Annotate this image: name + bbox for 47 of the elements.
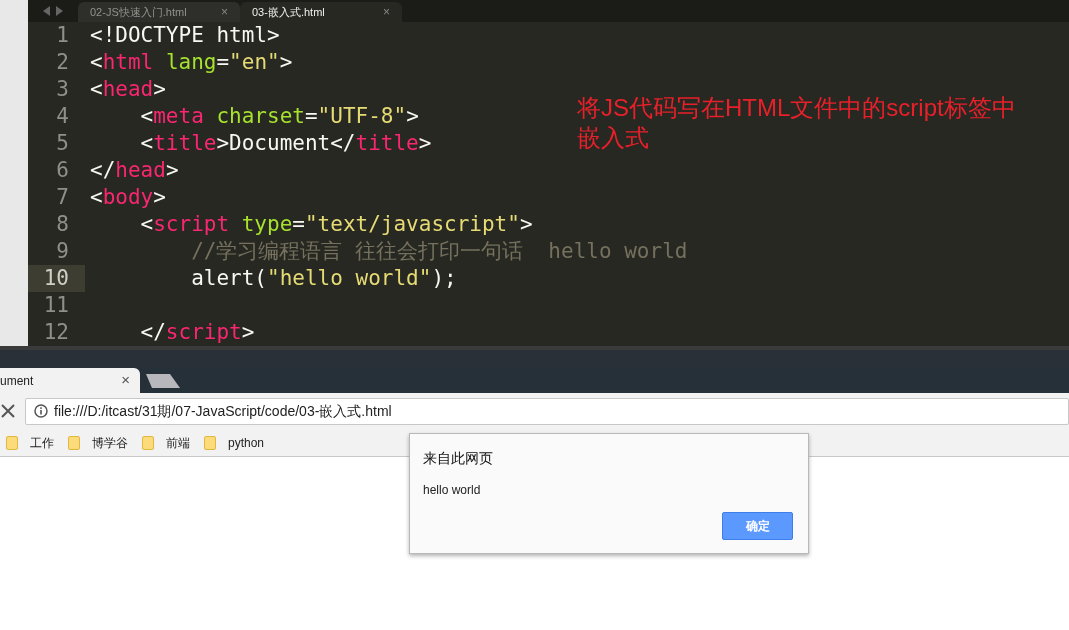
bookmark[interactable]: 前端 bbox=[142, 433, 190, 452]
browser-tab[interactable]: ument × bbox=[0, 368, 140, 393]
bookmark[interactable]: 博学谷 bbox=[68, 433, 128, 452]
code-line: <meta charset="UTF-8"> bbox=[139, 103, 419, 130]
code-line: <head> bbox=[89, 76, 166, 103]
code-line: <title>Document</title> bbox=[139, 130, 432, 157]
line-number: 9 bbox=[55, 238, 70, 265]
line-number: 4 bbox=[55, 103, 70, 130]
line-number: 3 bbox=[55, 76, 70, 103]
code-line: //学习编程语言 往往会打印一句话 hello world bbox=[190, 238, 688, 265]
info-icon[interactable] bbox=[34, 404, 48, 418]
left-arrow-icon[interactable] bbox=[43, 6, 51, 16]
line-number: 10 bbox=[28, 265, 85, 292]
editor-tab[interactable]: 02-JS快速入门.html × bbox=[78, 2, 240, 22]
line-number: 8 bbox=[55, 211, 70, 238]
code-line: <html lang="en"> bbox=[89, 49, 293, 76]
close-icon[interactable]: × bbox=[383, 3, 390, 21]
folder-icon bbox=[6, 435, 18, 450]
editor-tab[interactable]: 03-嵌入式.html × bbox=[240, 2, 402, 22]
line-number: 7 bbox=[55, 184, 70, 211]
folder-icon bbox=[204, 435, 216, 450]
code-line: </head> bbox=[89, 157, 179, 184]
annotation-text: 嵌入式 bbox=[577, 123, 650, 153]
right-arrow-icon[interactable] bbox=[55, 6, 63, 16]
bookmark[interactable]: 工作 bbox=[6, 433, 54, 452]
annotation-text: 将JS代码写在HTML文件中的script标签中 bbox=[577, 93, 1016, 123]
code-line: alert("hello world"); bbox=[190, 265, 457, 292]
address-bar[interactable]: file:///D:/itcast/31期/07-JavaScript/code/03-嵌入式.html bbox=[25, 397, 1069, 425]
line-number: 5 bbox=[55, 130, 70, 157]
line-number: 12 bbox=[42, 319, 70, 346]
new-tab-icon[interactable] bbox=[146, 374, 180, 388]
code-line: <body> bbox=[89, 184, 166, 211]
folder-icon bbox=[68, 435, 80, 450]
code-line: <script type="text/javascript"> bbox=[139, 211, 533, 238]
close-icon[interactable] bbox=[1, 404, 15, 418]
dialog-message: hello world bbox=[423, 482, 482, 499]
code-line: </script> bbox=[139, 319, 255, 346]
code-line: <!DOCTYPE html> bbox=[89, 22, 280, 49]
line-number: 11 bbox=[42, 292, 70, 319]
close-icon[interactable]: × bbox=[121, 369, 130, 392]
dialog-title: 来自此网页 bbox=[423, 449, 494, 468]
line-number: 2 bbox=[55, 49, 70, 76]
line-number: 1 bbox=[55, 22, 70, 49]
line-number: 6 bbox=[55, 157, 70, 184]
bookmark[interactable]: python bbox=[204, 433, 265, 452]
folder-icon bbox=[142, 435, 154, 450]
close-icon[interactable]: × bbox=[221, 3, 228, 21]
